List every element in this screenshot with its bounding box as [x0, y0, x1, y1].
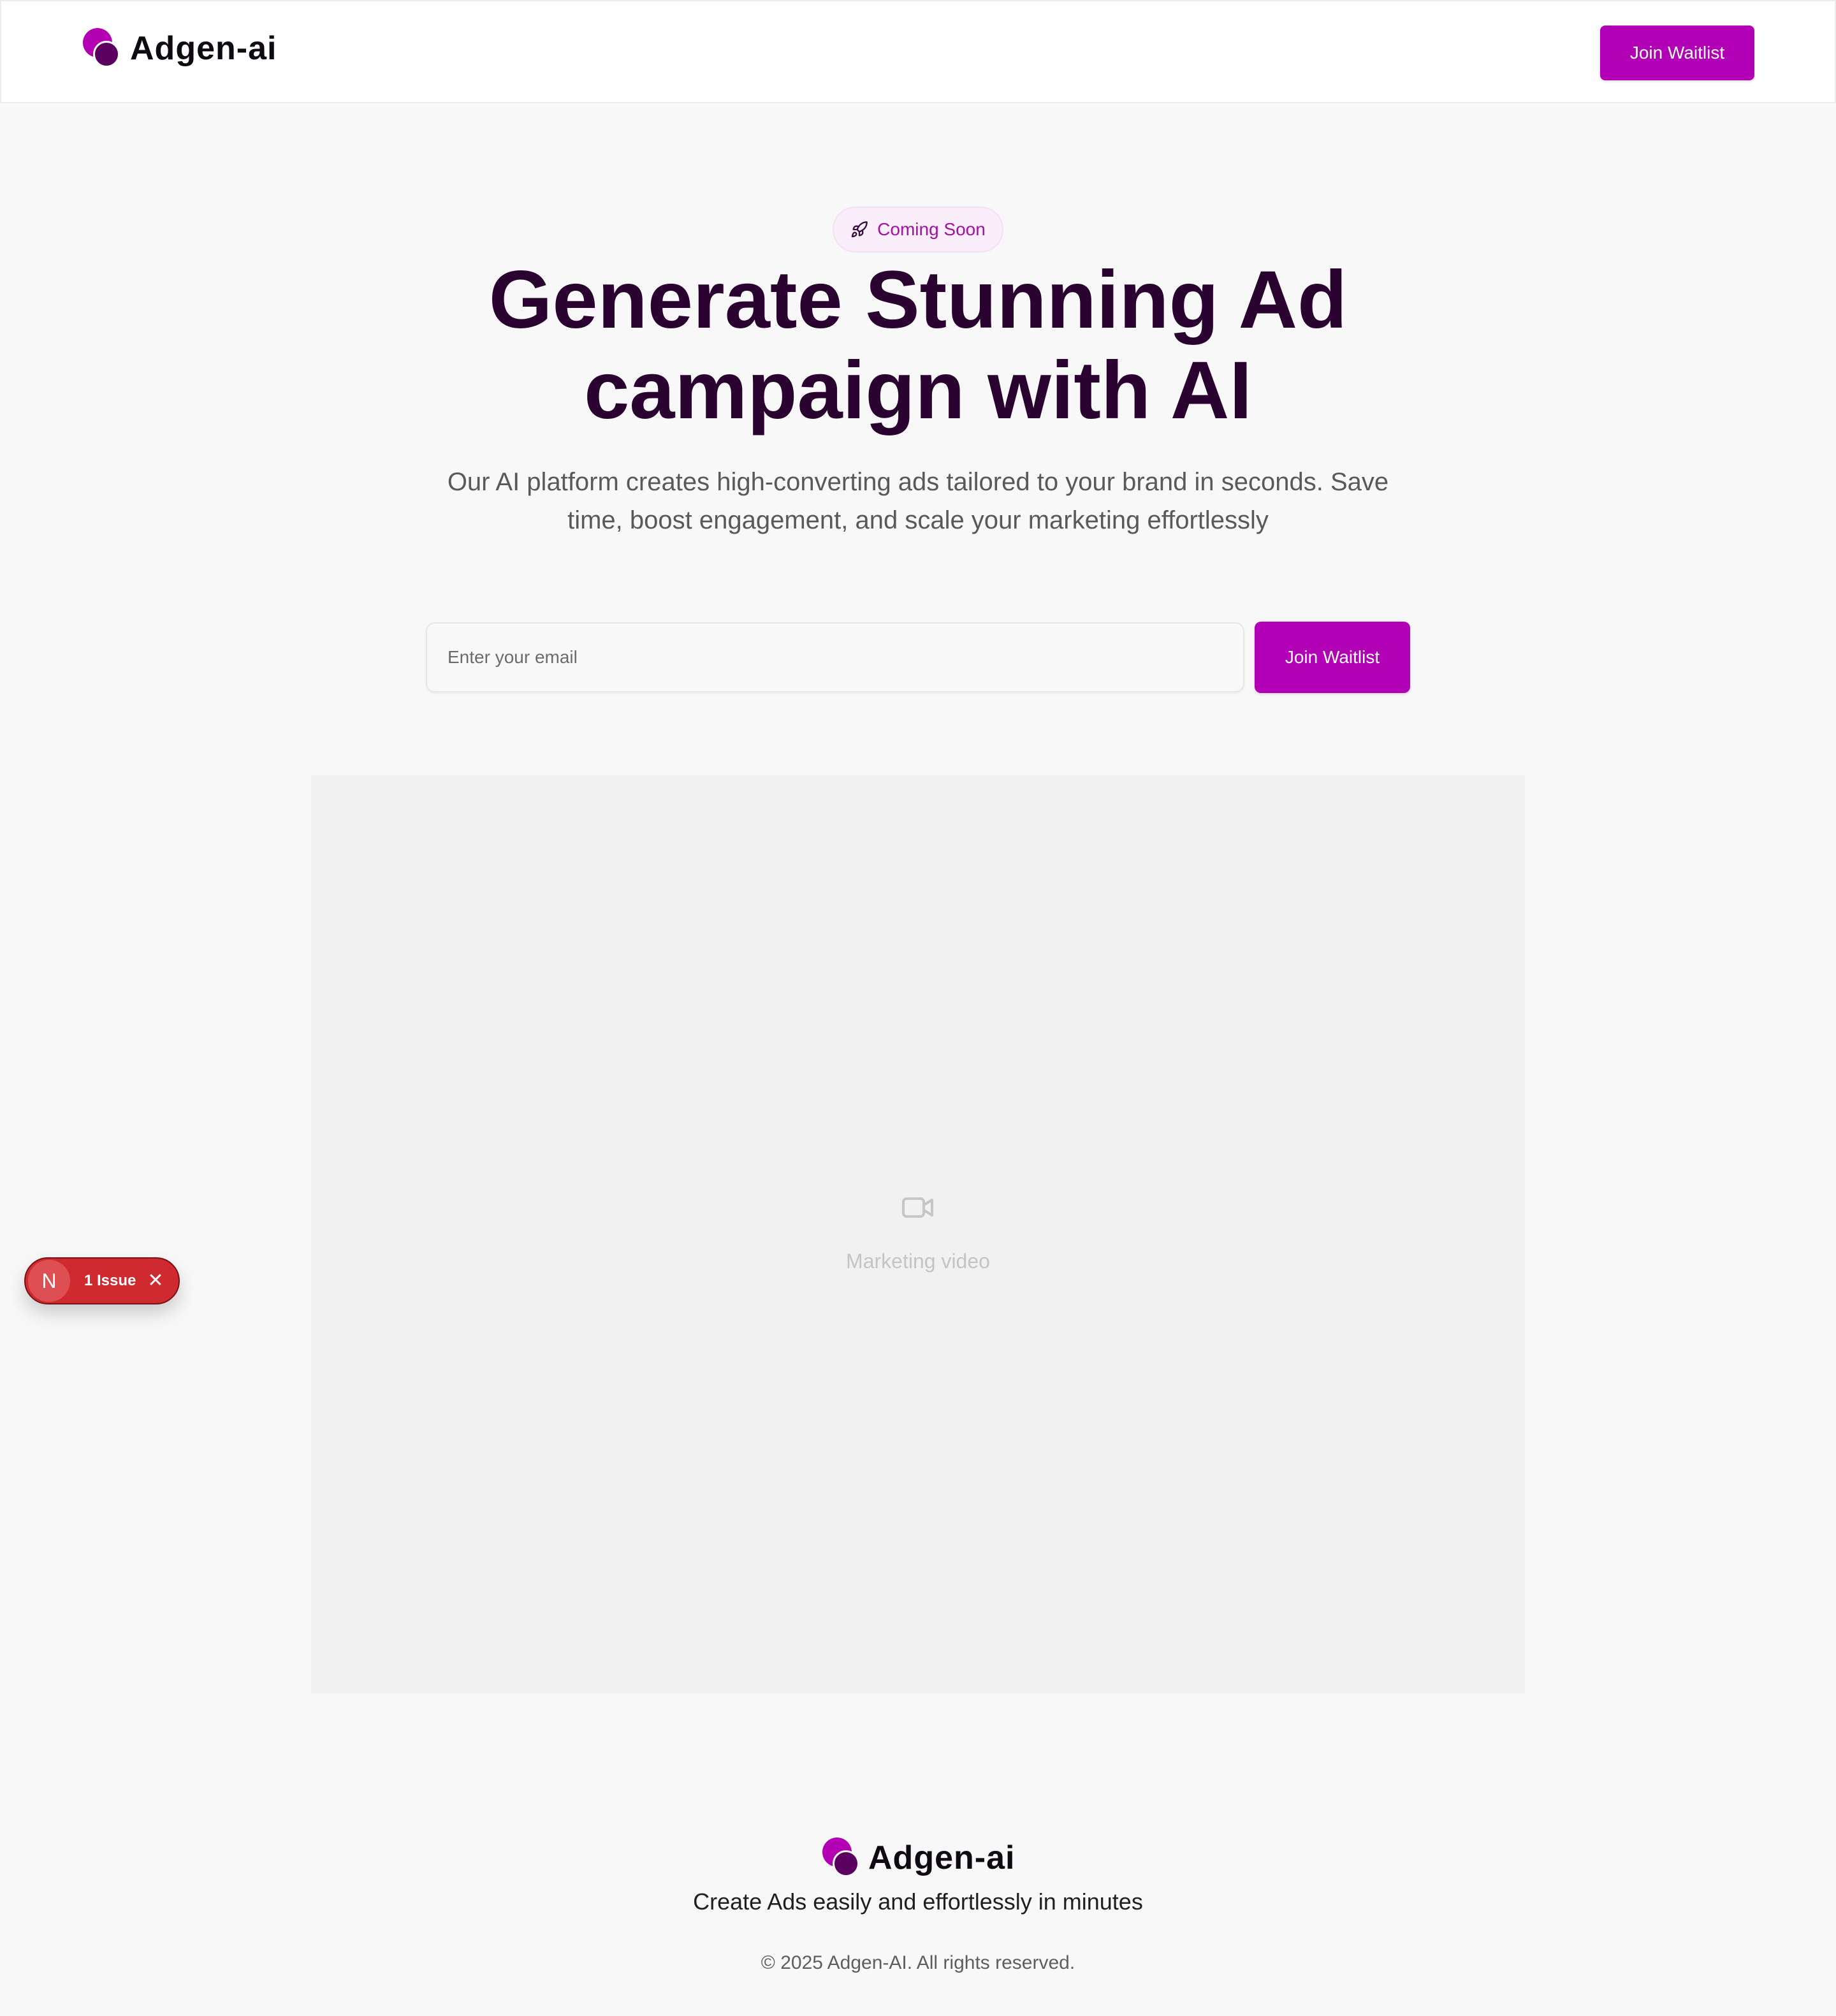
- page: Adgen-ai Join Waitlist Coming Soon Gener…: [0, 0, 1836, 2016]
- headline-line-2: campaign with AI: [584, 345, 1252, 436]
- site-header: Adgen-ai Join Waitlist: [0, 0, 1836, 103]
- subtitle-line-1: Our AI platform creates high-converting …: [447, 468, 1389, 496]
- footer-logo[interactable]: Adgen-ai: [822, 1837, 1015, 1878]
- footer-copyright: © 2025 Adgen-AI. All rights reserved.: [761, 1952, 1075, 1973]
- footer-brand-name: Adgen-ai: [868, 1839, 1016, 1876]
- header-logo[interactable]: Adgen-ai: [83, 28, 277, 69]
- email-input[interactable]: [426, 622, 1244, 692]
- hero-subtitle: Our AI platform creates high-converting …: [408, 463, 1428, 539]
- issue-count-label[interactable]: 1 Issue: [84, 1272, 136, 1290]
- video-camera-icon: [902, 1197, 933, 1218]
- logo-icon: [822, 1837, 859, 1878]
- coming-soon-badge: Coming Soon: [833, 207, 1003, 252]
- brand-name: Adgen-ai: [130, 30, 277, 67]
- header-join-waitlist-button[interactable]: Join Waitlist: [1600, 26, 1754, 80]
- subtitle-line-2: time, boost engagement, and scale your m…: [567, 506, 1269, 534]
- logo-icon: [83, 28, 120, 69]
- hero-join-waitlist-button[interactable]: Join Waitlist: [1255, 622, 1410, 693]
- headline-line-1: Generate Stunning Ad: [488, 254, 1348, 346]
- nextjs-logo-icon[interactable]: N: [28, 1260, 70, 1302]
- rocket-icon: [851, 221, 868, 238]
- badge-label: Coming Soon: [877, 219, 986, 239]
- marketing-video-placeholder[interactable]: Marketing video: [311, 775, 1525, 1693]
- issue-indicator[interactable]: N 1 Issue ✕: [24, 1257, 180, 1304]
- footer-tagline: Create Ads easily and effortlessly in mi…: [693, 1888, 1143, 1915]
- hero-headline: Generate Stunning Ad campaign with AI: [344, 255, 1492, 436]
- close-icon[interactable]: ✕: [147, 1271, 163, 1290]
- video-label: Marketing video: [846, 1250, 990, 1273]
